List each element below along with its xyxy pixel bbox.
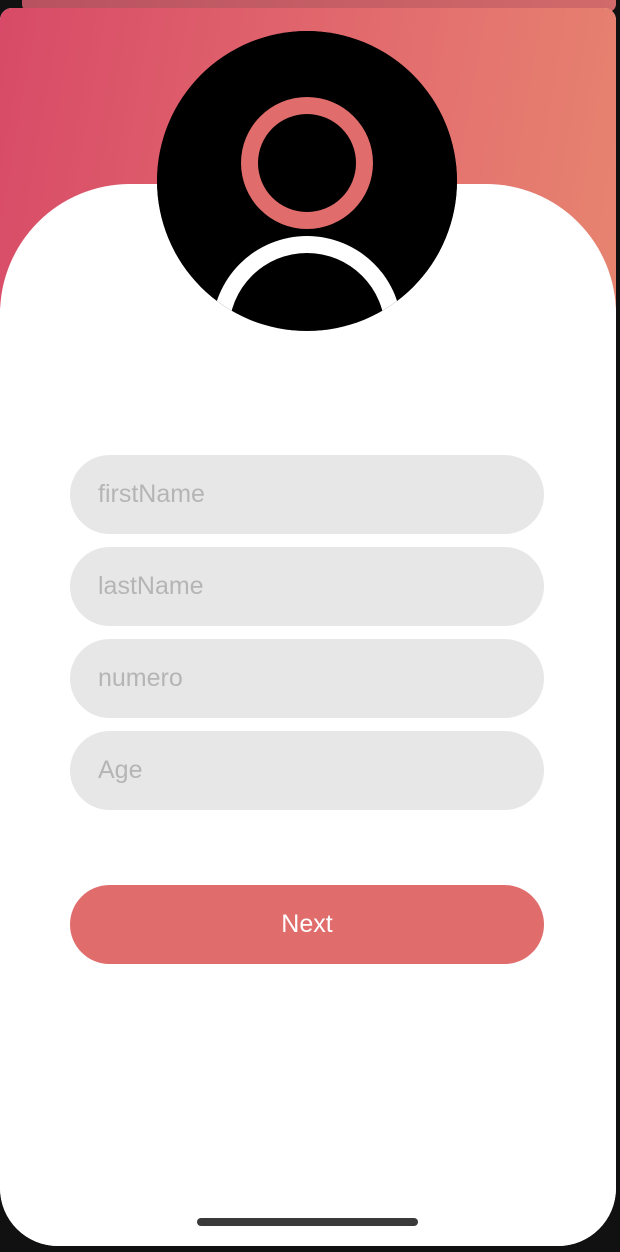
app-screen: Next [0, 8, 616, 1246]
age-field[interactable] [70, 731, 544, 810]
profile-form [70, 455, 544, 823]
numero-field[interactable] [70, 639, 544, 718]
device-frame: Next [0, 0, 620, 1252]
user-icon [157, 31, 457, 331]
first-name-input[interactable] [96, 479, 518, 510]
last-name-input[interactable] [96, 571, 518, 602]
avatar[interactable] [157, 31, 457, 331]
last-name-field[interactable] [70, 547, 544, 626]
next-button[interactable]: Next [70, 885, 544, 964]
age-input[interactable] [96, 755, 518, 786]
home-indicator[interactable] [197, 1218, 418, 1226]
first-name-field[interactable] [70, 455, 544, 534]
numero-input[interactable] [96, 663, 518, 694]
